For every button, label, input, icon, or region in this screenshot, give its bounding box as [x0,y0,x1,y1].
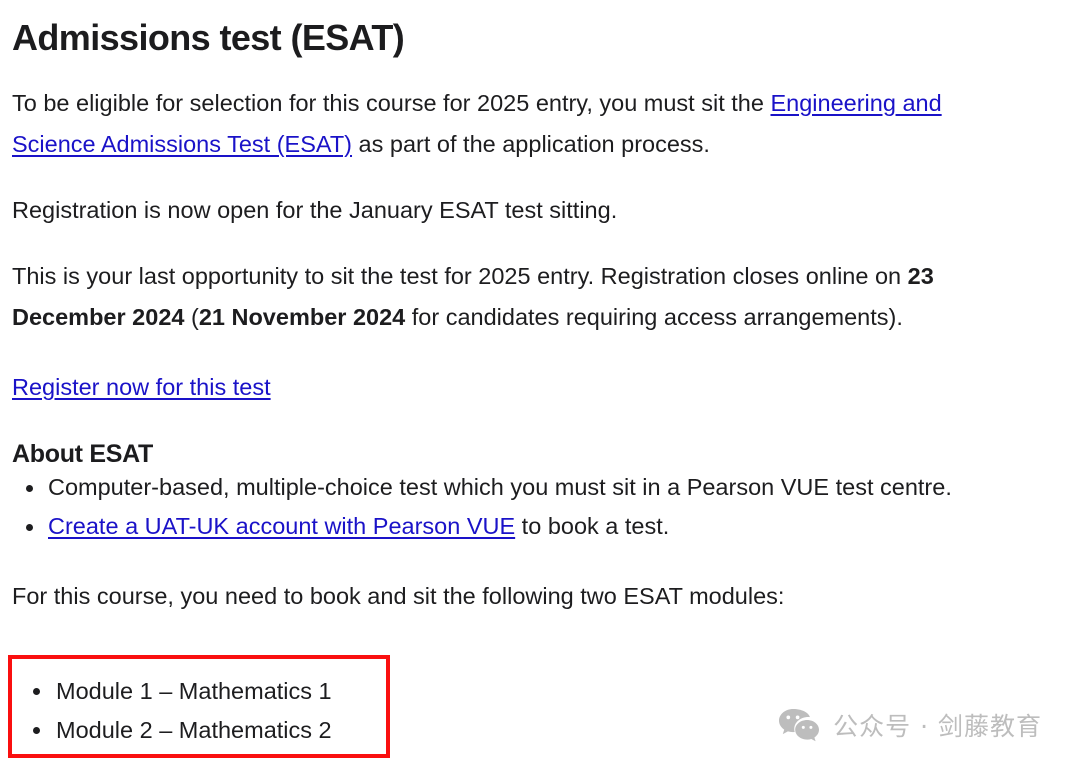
eligibility-text-before: To be eligible for selection for this co… [12,89,771,116]
deadline-date-access: 21 November 2024 [198,303,406,330]
wechat-watermark: 公众号 · 剑藤教育 [778,707,1042,743]
deadline-text-lead: This is your last opportunity to sit the… [12,262,908,289]
page-title: Admissions test (ESAT) [12,17,405,58]
eligibility-text-after: as part of the application process. [352,130,710,157]
about-bullet-1-text: Computer-based, multiple-choice test whi… [48,474,952,501]
list-item: Computer-based, multiple-choice test whi… [26,468,1068,507]
registration-open-paragraph: Registration is now open for the January… [12,196,618,223]
registration-deadline-paragraph: This is your last opportunity to sit the… [12,231,1024,338]
required-modules-list: Module 1 – Mathematics 1 Module 2 – Math… [12,659,386,750]
list-item: Module 2 – Mathematics 2 [33,711,386,750]
required-modules-highlight-box: Module 1 – Mathematics 1 Module 2 – Math… [8,655,390,758]
eligibility-paragraph: To be eligible for selection for this co… [12,58,1024,165]
module-1-label: Module 1 – Mathematics 1 [56,678,332,704]
deadline-bracket-open: ( [184,303,199,330]
about-esat-list: Computer-based, multiple-choice test whi… [12,468,1068,546]
register-link-paragraph: Register now for this test [12,338,1068,406]
list-item: Module 1 – Mathematics 1 [33,672,386,711]
module-2-label: Module 2 – Mathematics 2 [56,717,332,743]
modules-intro-paragraph: For this course, you need to book and si… [12,583,785,610]
about-esat-heading: About ESAT [12,439,153,468]
wechat-icon [779,709,820,742]
about-bullet-2-text: to book a test. [515,513,670,540]
esat-admissions-content: Admissions test (ESAT) To be eligible fo… [0,0,1080,765]
watermark-text: 公众号 · 剑藤教育 [833,712,1042,741]
list-item: Create a UAT-UK account with Pearson VUE… [26,507,1068,546]
create-uat-uk-account-link[interactable]: Create a UAT-UK account with Pearson VUE [48,513,515,539]
register-now-link[interactable]: Register now for this test [12,374,271,400]
deadline-text-tail: for candidates requiring access arrangem… [405,303,903,330]
